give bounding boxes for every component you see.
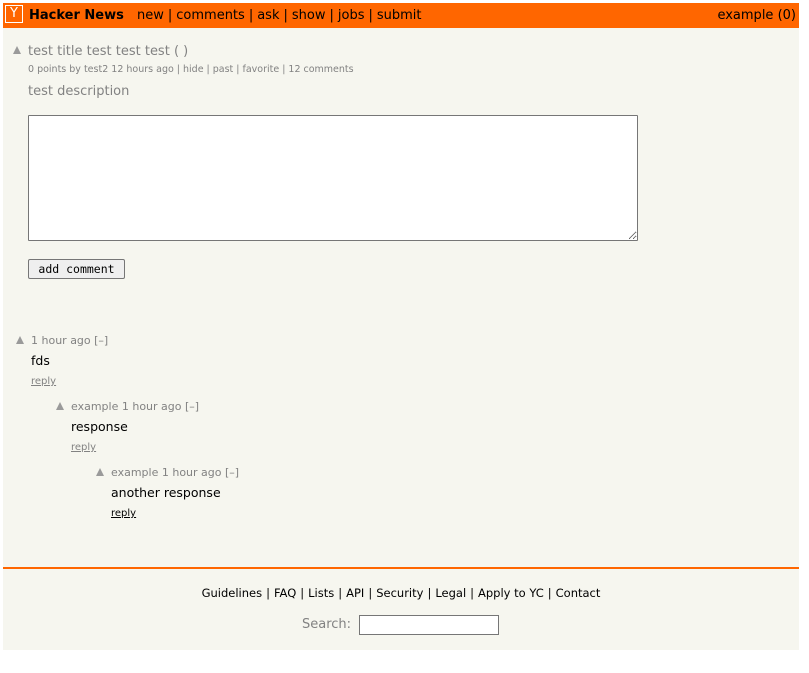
comment-text: response [71, 419, 128, 434]
comment-user-link[interactable]: example [111, 466, 158, 479]
separator: | [283, 8, 288, 23]
upvote-arrow-icon[interactable] [13, 46, 21, 54]
footer-links: Guidelines | FAQ | Lists | API | Security | Legal |… [3, 586, 799, 600]
nav-submit-link[interactable]: submit [377, 8, 422, 23]
search-label: Search: [302, 617, 352, 632]
story-subtext: 0 points by test2 12 hours ago | hide | past… [28, 64, 354, 75]
user-link[interactable]: example [717, 8, 773, 23]
upvote-arrow-icon[interactable] [56, 402, 64, 410]
footer-guidelines-link[interactable]: Guidelines [202, 586, 263, 600]
hide-link[interactable]: hide [183, 64, 204, 75]
add-comment-button[interactable]: add comment [28, 259, 125, 279]
comments-count-link[interactable]: 12 comments [288, 64, 353, 75]
footer-legal-link[interactable]: Legal [435, 586, 466, 600]
karma: (0) [777, 8, 796, 23]
page: Y Hacker News new | comments | ask | show | jobs… [3, 3, 799, 650]
comment-textarea[interactable] [28, 115, 638, 241]
comment-header: 1 hour ago [–] [31, 334, 108, 347]
collapse-toggle[interactable]: [–] [185, 400, 199, 413]
story-age-link[interactable]: 12 hours ago [111, 64, 174, 75]
story-author-link[interactable]: test2 [84, 64, 108, 75]
reply-link[interactable]: reply [71, 442, 96, 453]
reply-link[interactable]: reply [31, 376, 56, 387]
comment-age-link[interactable]: 1 hour ago [122, 400, 182, 413]
past-link[interactable]: past [213, 64, 234, 75]
site-name-link[interactable]: Hacker News [29, 8, 124, 23]
nav-links: new | comments | ask | show | jobs | submit [137, 8, 422, 23]
separator: | [547, 586, 552, 600]
separator: | [470, 586, 475, 600]
nav-comments-link[interactable]: comments [176, 8, 245, 23]
separator: | [167, 8, 173, 23]
favorite-link[interactable]: favorite [242, 64, 279, 75]
nav-ask-link[interactable]: ask [257, 8, 279, 23]
story-description: test description [28, 84, 130, 99]
separator: | [236, 64, 240, 75]
separator: | [300, 586, 305, 600]
separator: | [248, 8, 254, 23]
reply-link[interactable]: reply [111, 508, 136, 519]
logo[interactable]: Y [5, 5, 23, 23]
footer-apply-link[interactable]: Apply to YC [478, 586, 544, 600]
story-title-link[interactable]: test title test test test [28, 44, 170, 59]
story-site: ( ) [173, 44, 189, 59]
separator: | [206, 64, 210, 75]
separator: | [329, 8, 334, 23]
top-bar: Y Hacker News new | comments | ask | show | jobs… [3, 3, 799, 28]
separator: | [266, 586, 270, 600]
footer-api-link[interactable]: API [346, 586, 364, 600]
search-input[interactable] [359, 615, 499, 635]
separator: | [368, 8, 373, 23]
upvote-arrow-icon[interactable] [96, 468, 104, 476]
upvote-arrow-icon[interactable] [16, 336, 24, 344]
comment-text: another response [111, 485, 221, 500]
separator: | [282, 64, 286, 75]
separator: | [368, 586, 373, 600]
nav-new-link[interactable]: new [137, 8, 164, 23]
comment-text: fds [31, 353, 50, 368]
collapse-toggle[interactable]: [–] [94, 334, 108, 347]
comment-header: example 1 hour ago [–] [71, 400, 199, 413]
footer-contact-link[interactable]: Contact [556, 586, 601, 600]
separator: | [427, 586, 432, 600]
collapse-toggle[interactable]: [–] [225, 466, 239, 479]
nav-show-link[interactable]: show [292, 8, 326, 23]
footer-faq-link[interactable]: FAQ [274, 586, 296, 600]
story-points: 0 points by [28, 64, 81, 75]
footer-security-link[interactable]: Security [376, 586, 423, 600]
story-title: test title test test test ( ) [28, 44, 188, 59]
separator: | [176, 64, 180, 75]
separator: | [338, 586, 343, 600]
comment-header: example 1 hour ago [–] [111, 466, 239, 479]
footer-lists-link[interactable]: Lists [308, 586, 334, 600]
comment-age-link[interactable]: 1 hour ago [31, 334, 91, 347]
user-info: example (0) [717, 8, 796, 23]
comment-age-link[interactable]: 1 hour ago [162, 466, 222, 479]
comment-user-link[interactable]: example [71, 400, 118, 413]
footer-divider [3, 567, 799, 569]
nav-jobs-link[interactable]: jobs [338, 8, 365, 23]
